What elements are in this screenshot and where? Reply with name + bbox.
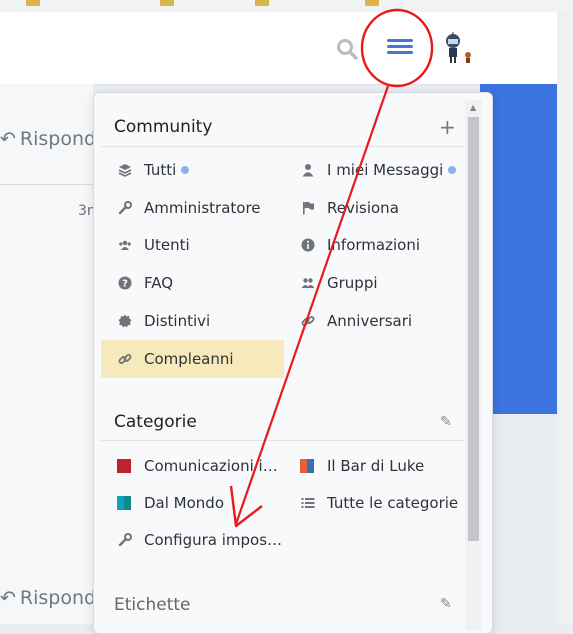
- menu-item-i-miei-messaggi[interactable]: I miei Messaggi: [300, 152, 457, 188]
- group-icon: [300, 275, 316, 291]
- list-icon: [300, 495, 316, 511]
- reply-icon: ↶: [0, 128, 16, 150]
- folder-icon[interactable]: [26, 0, 40, 6]
- menu-item-distintivi[interactable]: Distintivi: [117, 303, 210, 339]
- users-icon: [117, 237, 133, 253]
- menu-item-utenti[interactable]: Utenti: [117, 227, 190, 263]
- reply-button[interactable]: ↶ Rispond: [0, 587, 96, 609]
- page-scrollbar[interactable]: [557, 12, 573, 624]
- tags-section-title: Etichette: [114, 595, 191, 615]
- user-avatar[interactable]: [441, 31, 475, 71]
- reply-icon: ↶: [0, 587, 16, 609]
- menu-item-revisiona[interactable]: Revisiona: [300, 190, 399, 226]
- divider: [101, 146, 464, 147]
- category-color-swatch: [117, 459, 131, 473]
- topic-area: [0, 84, 93, 624]
- divider: [101, 440, 464, 441]
- divider: [0, 184, 93, 185]
- menu-item-informazioni[interactable]: Informazioni: [300, 227, 420, 263]
- wrench-icon: [117, 532, 133, 548]
- pencil-icon[interactable]: ✎: [440, 596, 452, 612]
- folder-icon[interactable]: [255, 0, 269, 6]
- plus-icon[interactable]: +: [439, 115, 456, 139]
- folder-icon[interactable]: [365, 0, 379, 6]
- user-icon: [300, 162, 316, 178]
- category-color-swatch: [300, 459, 314, 473]
- unread-dot: [448, 166, 457, 174]
- all-categories-item[interactable]: Tutte le categorie: [300, 485, 458, 521]
- scroll-up-arrow-icon[interactable]: ▲: [470, 103, 476, 112]
- menu-scrollbar-thumb[interactable]: [468, 117, 479, 541]
- search-icon[interactable]: [336, 38, 358, 60]
- category-item[interactable]: Il Bar di Luke: [300, 448, 424, 484]
- link-icon: [117, 351, 133, 367]
- badge-icon: [117, 313, 133, 329]
- configure-categories-item[interactable]: Configura impos…: [117, 522, 282, 558]
- wrench-icon: [117, 200, 133, 216]
- svg-text:?: ?: [122, 279, 128, 290]
- menu-item-compleanni[interactable]: Compleanni: [117, 341, 234, 377]
- category-item[interactable]: Comunicazioni i…: [117, 448, 278, 484]
- menu-item-faq[interactable]: ? FAQ: [117, 265, 173, 301]
- menu-item-gruppi[interactable]: Gruppi: [300, 265, 378, 301]
- folder-icon[interactable]: [160, 0, 174, 6]
- category-color-swatch: [117, 496, 131, 510]
- pencil-icon[interactable]: ✎: [440, 414, 452, 430]
- link-icon: [300, 313, 316, 329]
- info-icon: [300, 237, 316, 253]
- menu-item-tutti[interactable]: Tutti: [117, 152, 190, 188]
- hamburger-icon: [387, 39, 413, 42]
- layers-icon: [117, 162, 133, 178]
- category-item[interactable]: Dal Mondo: [117, 485, 224, 521]
- flag-icon: [300, 200, 316, 216]
- menu-item-amministratore[interactable]: Amministratore: [117, 190, 261, 226]
- unread-dot: [181, 166, 190, 174]
- hamburger-menu-button[interactable]: [387, 36, 413, 60]
- menu-item-anniversari[interactable]: Anniversari: [300, 303, 412, 339]
- community-section-title: Community: [114, 117, 213, 137]
- reply-button[interactable]: ↶ Rispond: [0, 128, 96, 150]
- categories-section-title: Categorie: [114, 412, 197, 432]
- question-icon: ?: [117, 275, 133, 291]
